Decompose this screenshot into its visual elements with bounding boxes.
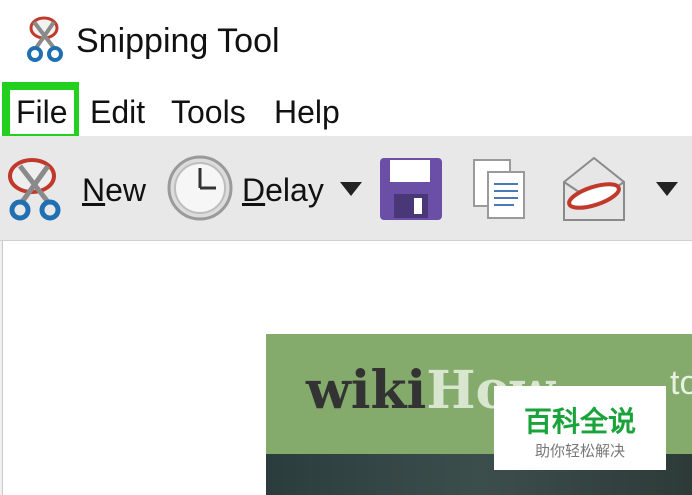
menu-tools[interactable]: Tools xyxy=(171,92,246,132)
new-button[interactable]: New xyxy=(82,172,146,209)
delay-dropdown-arrow-icon[interactable] xyxy=(340,180,362,198)
copy-icon[interactable] xyxy=(470,156,530,222)
watermark-subtitle: 助你轻松解决 xyxy=(534,442,625,460)
email-icon[interactable] xyxy=(560,150,628,224)
delay-label-rest: elay xyxy=(265,172,324,208)
menu-bar: File Edit Tools Help xyxy=(0,82,692,140)
delay-button[interactable]: Delay xyxy=(242,172,324,209)
new-label-rest: ew xyxy=(105,172,147,208)
toolbar: New Delay xyxy=(0,136,692,241)
new-scissors-icon[interactable] xyxy=(4,156,70,224)
title-bar: Snipping Tool xyxy=(0,0,692,82)
scissors-icon xyxy=(27,16,63,62)
save-icon[interactable] xyxy=(378,156,444,222)
menu-help[interactable]: Help xyxy=(274,92,340,132)
watermark-title: 百科全说 xyxy=(523,405,636,438)
menu-edit[interactable]: Edit xyxy=(90,92,145,132)
window-title: Snipping Tool xyxy=(76,22,280,60)
new-label-mnemonic: N xyxy=(82,172,106,208)
more-options-arrow-icon[interactable] xyxy=(656,180,678,198)
logo-tail-text: to xyxy=(670,364,692,402)
clock-icon[interactable] xyxy=(166,154,234,222)
menu-file-highlight[interactable]: File xyxy=(2,82,79,140)
delay-label-mnemonic: D xyxy=(242,172,266,208)
watermark: 百科全说 助你轻松解决 xyxy=(494,386,666,470)
logo-part-wiki: wiki xyxy=(306,360,427,421)
snipping-tool-window: Snipping Tool File Edit Tools Help New D… xyxy=(0,0,692,495)
menu-file[interactable]: File xyxy=(10,90,74,134)
